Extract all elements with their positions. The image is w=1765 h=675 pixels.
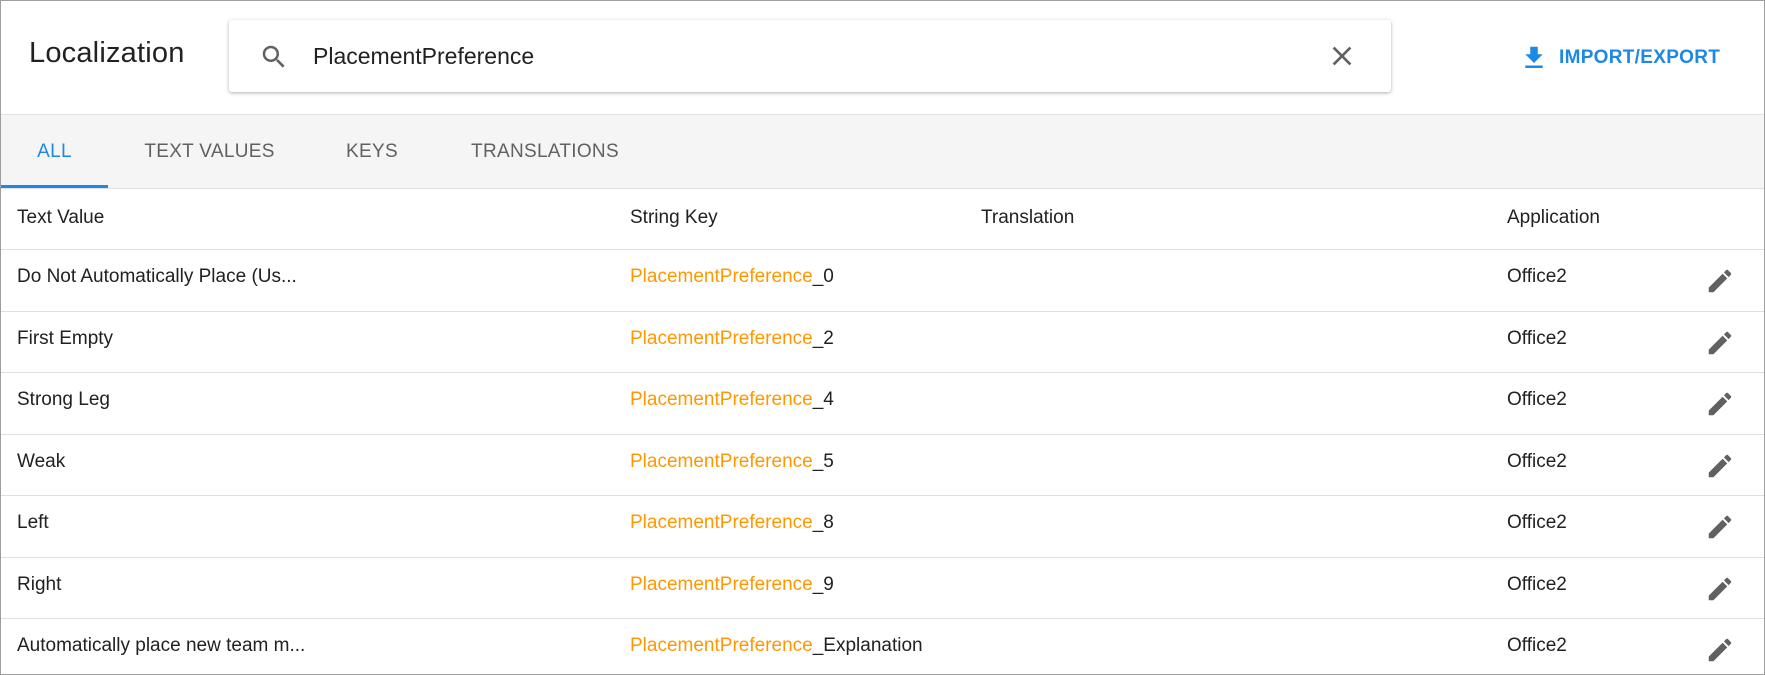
string-key-cell[interactable]: PlacementPreference_0 — [630, 266, 834, 288]
page-title: Localization — [29, 37, 185, 69]
search-icon — [262, 45, 285, 68]
application-cell: Office2 — [1507, 327, 1567, 349]
application-cell: Office2 — [1507, 512, 1567, 533]
application-cell: Office2 — [1507, 635, 1567, 656]
tab-keys[interactable]: KEYS — [327, 115, 417, 189]
key-match-highlight: PlacementPreference — [630, 512, 813, 533]
text-value-cell: Do Not Automatically Place (Us... — [17, 266, 297, 287]
table-row[interactable]: Left PlacementPreference_8 Office2 — [1, 496, 1764, 558]
key-suffix: _8 — [812, 512, 834, 533]
download-icon — [1525, 46, 1543, 68]
column-header-text-value[interactable]: Text Value — [17, 207, 104, 229]
search-input[interactable] — [313, 38, 1293, 74]
text-value-cell: Automatically place new team m... — [17, 635, 306, 656]
text-value-cell: Strong Leg — [17, 389, 110, 410]
tab-all[interactable]: ALL — [1, 115, 108, 189]
column-header-string-key[interactable]: String Key — [630, 207, 718, 229]
key-suffix: _9 — [812, 573, 834, 595]
pencil-icon[interactable] — [1705, 389, 1735, 419]
tab-bar: ALL TEXT VALUES KEYS TRANSLATIONS — [1, 115, 1764, 189]
pencil-icon[interactable] — [1705, 266, 1735, 296]
search-box[interactable] — [229, 20, 1391, 92]
string-key-cell[interactable]: PlacementPreference_2 — [630, 328, 834, 350]
tab-translations[interactable]: TRANSLATIONS — [459, 115, 631, 189]
close-icon[interactable] — [1326, 40, 1358, 72]
pencil-icon[interactable] — [1705, 574, 1735, 604]
string-key-cell[interactable]: PlacementPreference_4 — [630, 389, 834, 411]
table-row[interactable]: Automatically place new team m... Placem… — [1, 619, 1764, 674]
table-row[interactable]: First Empty PlacementPreference_2 Office… — [1, 312, 1764, 373]
application-cell: Office2 — [1507, 389, 1567, 410]
pencil-icon[interactable] — [1705, 635, 1735, 665]
import-export-button[interactable]: IMPORT/EXPORT — [1519, 41, 1720, 75]
application-cell: Office2 — [1507, 450, 1567, 472]
application-cell: Office2 — [1507, 266, 1567, 287]
key-suffix: _2 — [812, 327, 834, 349]
table-row[interactable]: Do Not Automatically Place (Us... Placem… — [1, 250, 1764, 312]
column-header-application[interactable]: Application — [1507, 207, 1600, 229]
string-key-cell[interactable]: PlacementPreference_5 — [630, 451, 834, 473]
key-match-highlight: PlacementPreference — [630, 635, 813, 656]
string-key-cell[interactable]: PlacementPreference_Explanation — [630, 635, 923, 657]
text-value-cell: Weak — [17, 450, 66, 472]
header-bar: Localization IMPORT/EXPORT — [1, 1, 1764, 115]
column-header-translation[interactable]: Translation — [981, 207, 1074, 229]
table-header: Text Value String Key Translation Applic… — [1, 189, 1764, 250]
text-value-cell: Right — [17, 573, 62, 595]
text-value-cell: Left — [17, 512, 49, 533]
key-match-highlight: PlacementPreference — [630, 266, 813, 287]
import-export-label: IMPORT/EXPORT — [1559, 47, 1721, 68]
key-match-highlight: PlacementPreference — [630, 389, 813, 410]
pencil-icon[interactable] — [1705, 512, 1735, 542]
key-match-highlight: PlacementPreference — [630, 573, 813, 595]
key-suffix: _Explanation — [812, 635, 923, 656]
app-frame: Localization IMPORT/EXPORT ALL TEXT VALU… — [0, 0, 1765, 675]
table-row[interactable]: Strong Leg PlacementPreference_4 Office2 — [1, 373, 1764, 435]
string-key-cell[interactable]: PlacementPreference_8 — [630, 512, 834, 534]
key-suffix: _5 — [812, 450, 834, 472]
key-suffix: _4 — [812, 389, 834, 410]
text-value-cell: First Empty — [17, 327, 114, 349]
table-row[interactable]: Weak PlacementPreference_5 Office2 — [1, 435, 1764, 496]
key-suffix: _0 — [812, 266, 834, 287]
key-match-highlight: PlacementPreference — [630, 327, 813, 349]
pencil-icon[interactable] — [1705, 328, 1735, 358]
string-key-cell[interactable]: PlacementPreference_9 — [630, 574, 834, 596]
pencil-icon[interactable] — [1705, 451, 1735, 481]
results-table: Text Value String Key Translation Applic… — [1, 189, 1764, 674]
application-cell: Office2 — [1507, 573, 1567, 595]
tab-text-values[interactable]: TEXT VALUES — [127, 115, 292, 189]
key-match-highlight: PlacementPreference — [630, 450, 813, 472]
active-tab-indicator — [1, 185, 108, 188]
table-row[interactable]: Right PlacementPreference_9 Office2 — [1, 558, 1764, 619]
